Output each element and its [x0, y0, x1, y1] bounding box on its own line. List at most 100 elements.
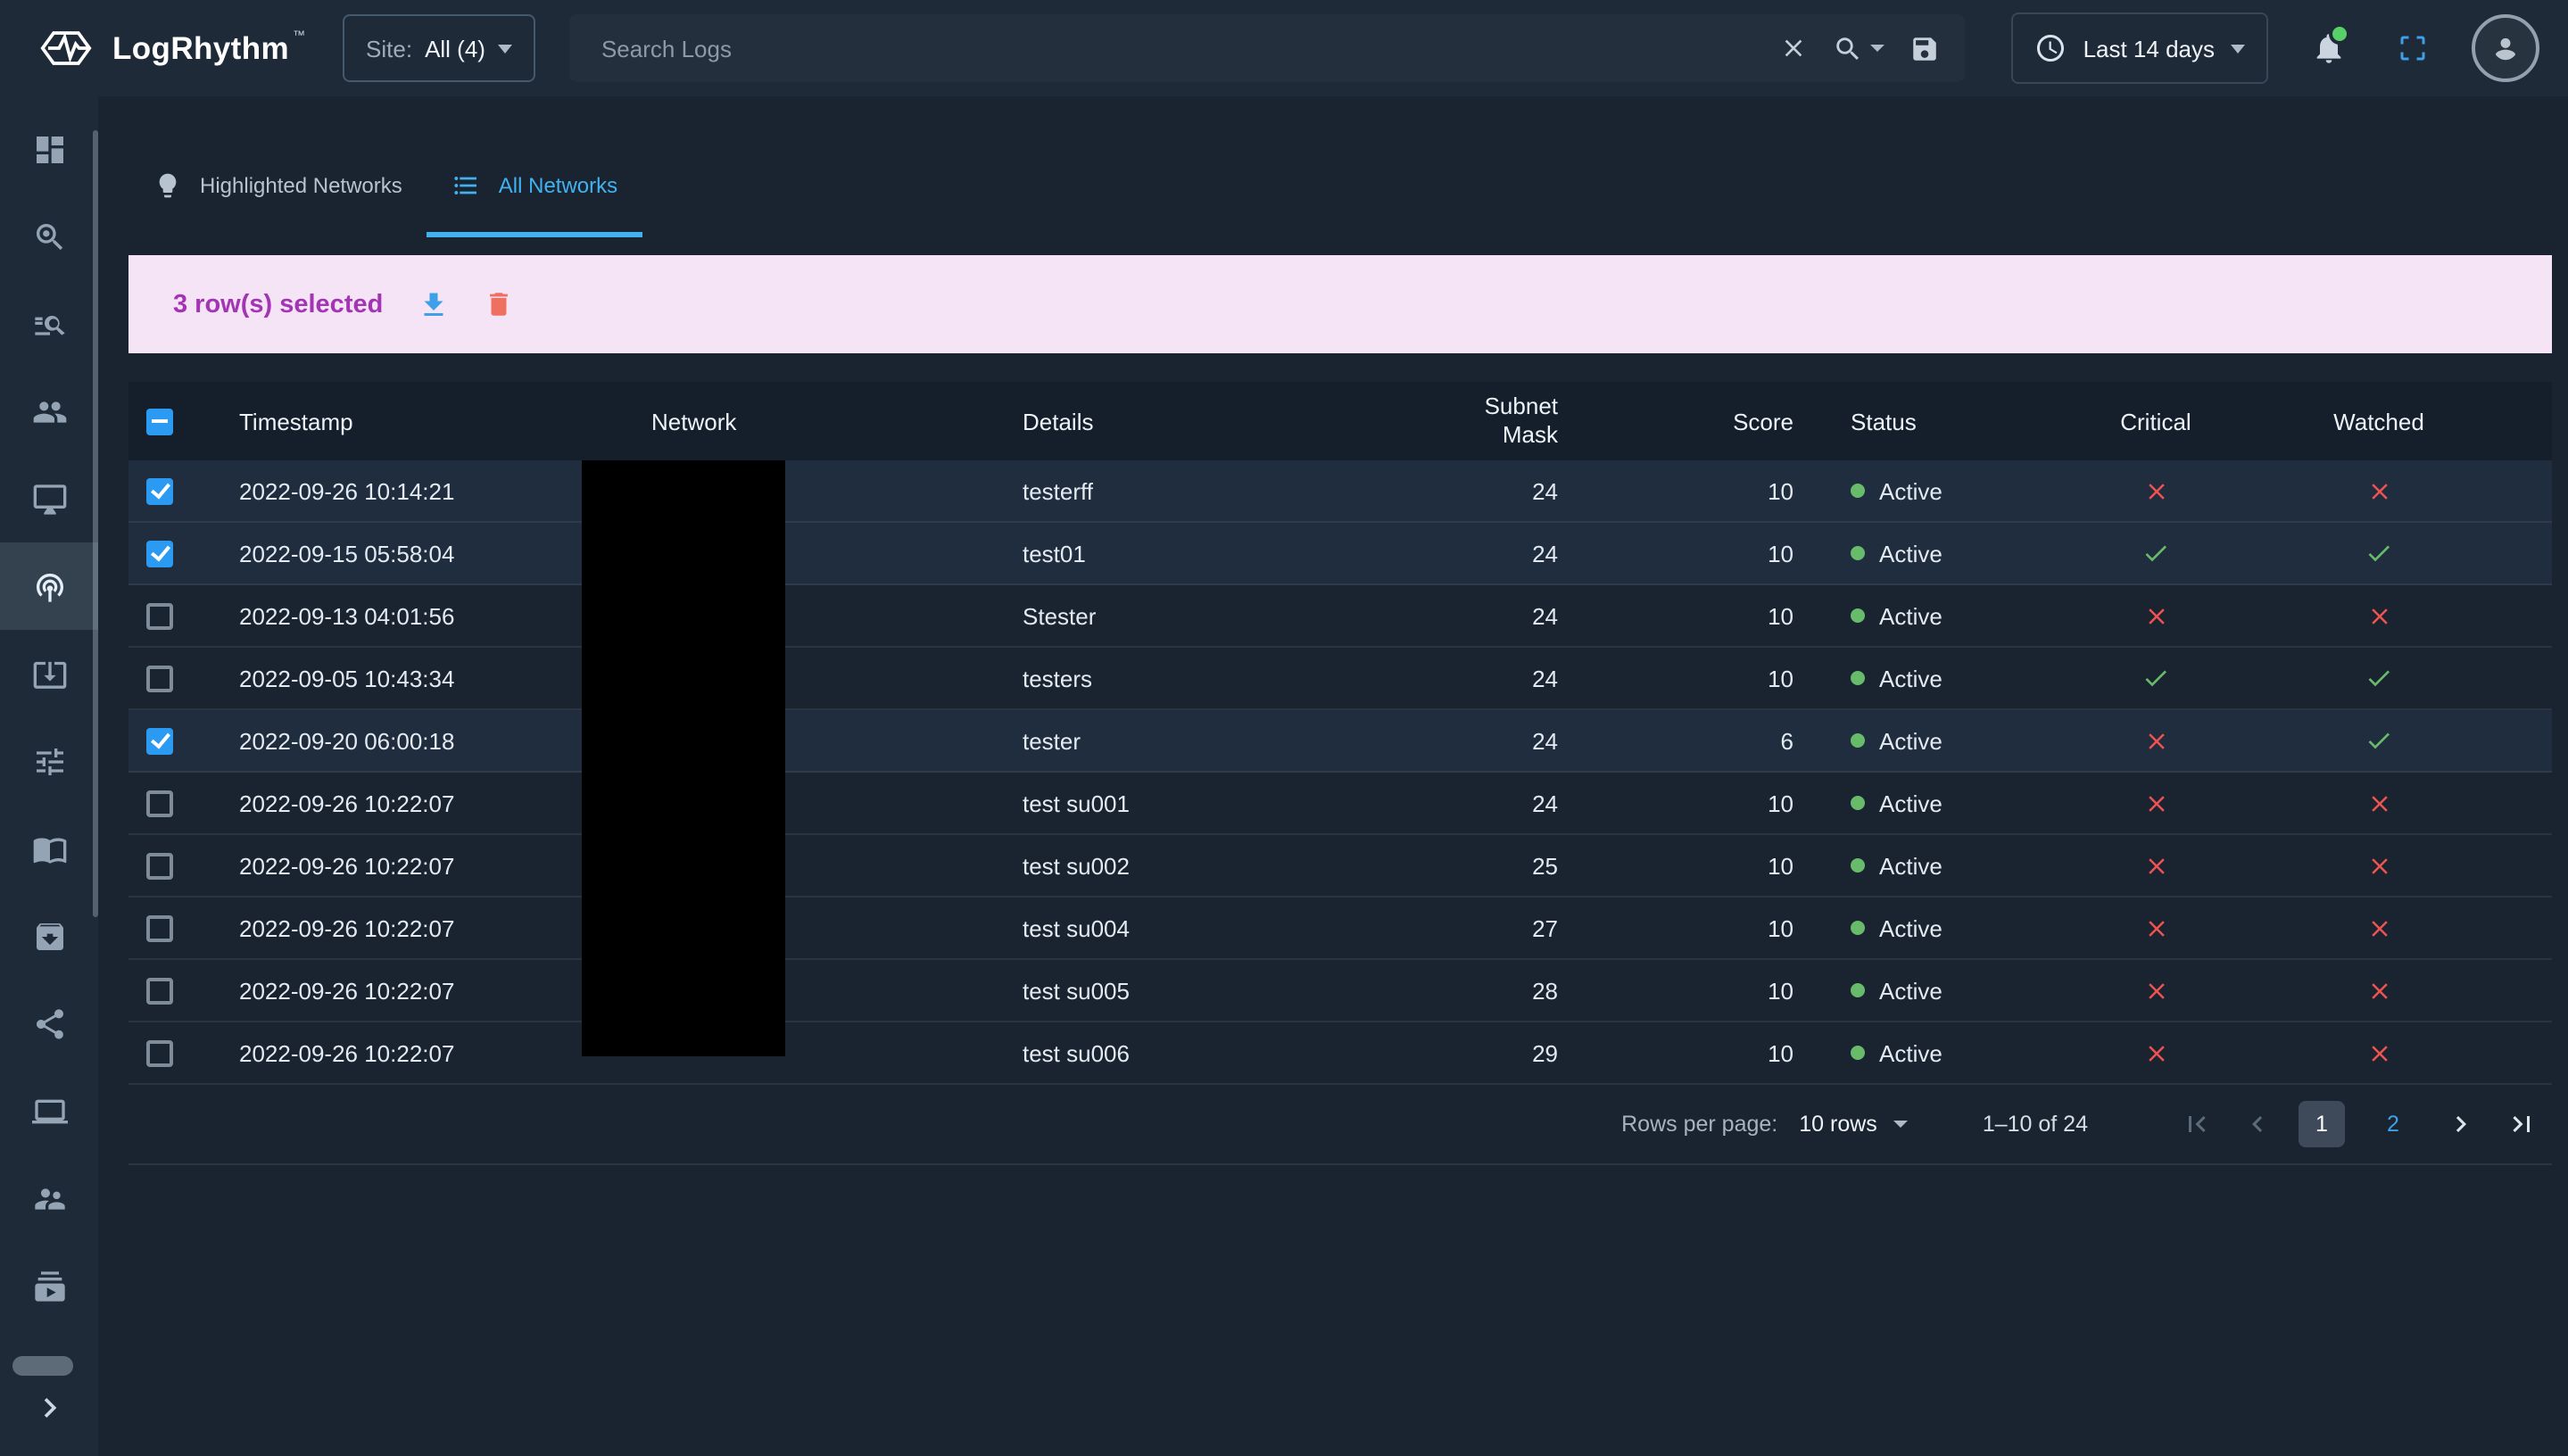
score-cell: 10: [1570, 540, 1806, 567]
lightbulb-icon: [153, 171, 182, 200]
status-label: Active: [1879, 790, 1943, 816]
row-checkbox[interactable]: [146, 727, 173, 754]
header-watched[interactable]: Watched: [2263, 408, 2495, 434]
delete-selected-button[interactable]: [483, 289, 513, 319]
first-page-button[interactable]: [2181, 1108, 2213, 1140]
row-checkbox[interactable]: [146, 477, 173, 504]
status-dot-icon: [1851, 671, 1865, 685]
row-checkbox[interactable]: [146, 790, 173, 816]
cross-icon: [2365, 1039, 2392, 1066]
table-row[interactable]: 2022-09-26 10:22:07 test su006 29 10 Act…: [128, 1022, 2552, 1085]
site-selector[interactable]: Site: All (4): [343, 14, 535, 82]
previous-page-button[interactable]: [2241, 1108, 2274, 1140]
clear-search-icon[interactable]: [1779, 34, 1808, 62]
sidebar-item-search-analytics[interactable]: [0, 193, 98, 280]
row-checkbox[interactable]: [146, 977, 173, 1004]
table-row[interactable]: 2022-09-05 10:43:34 testers 24 10 Active: [128, 648, 2552, 710]
sidebar-item-users[interactable]: [0, 368, 98, 455]
header-network[interactable]: Network: [614, 408, 990, 434]
status-cell: Active: [1806, 602, 2049, 629]
status-cell: Active: [1806, 1039, 2049, 1066]
chevron-left-icon: [2241, 1108, 2274, 1140]
user-avatar[interactable]: [2472, 14, 2539, 82]
next-page-button[interactable]: [2445, 1108, 2477, 1140]
subnet-mask-cell: 24: [1344, 477, 1570, 504]
watched-icon: [2365, 1039, 2392, 1066]
sidebar-item-monitor[interactable]: [0, 455, 98, 542]
cross-icon: [2365, 914, 2392, 941]
header-subnet-mask[interactable]: Subnet Mask: [1344, 393, 1570, 449]
header-subnet-line1: Subnet: [1344, 393, 1558, 421]
table-header-row: Timestamp Network Details Subnet Mask Sc…: [128, 382, 2552, 460]
row-checkbox[interactable]: [146, 602, 173, 629]
tab-all-networks[interactable]: All Networks: [427, 134, 642, 237]
download-selected-button[interactable]: [417, 288, 449, 320]
page-button-2[interactable]: 2: [2370, 1101, 2416, 1147]
sidebar-item-log-search[interactable]: [0, 280, 98, 368]
sidebar-item-network-broadcast[interactable]: [0, 542, 98, 630]
sidebar-item-devices[interactable]: [0, 1067, 98, 1154]
notifications-button[interactable]: [2311, 30, 2347, 66]
sidebar-item-knowledge-book[interactable]: [0, 805, 98, 892]
status-cell: Active: [1806, 914, 2049, 941]
sidebar-item-tune-filters[interactable]: [0, 717, 98, 805]
sidebar-item-deployment-archive[interactable]: [0, 892, 98, 980]
tab-bar: Highlighted Networks All Networks: [128, 96, 2552, 237]
search-input[interactable]: [598, 33, 1779, 63]
time-range-selector[interactable]: Last 14 days: [2012, 12, 2268, 84]
header-score[interactable]: Score: [1570, 408, 1806, 434]
cross-icon: [2365, 977, 2392, 1004]
table-row[interactable]: 2022-09-13 04:01:56 Stester 24 10 Active: [128, 585, 2552, 648]
expand-sidebar-button[interactable]: [0, 1377, 98, 1438]
tab-highlighted-networks[interactable]: Highlighted Networks: [128, 134, 427, 237]
status-dot-icon: [1851, 484, 1865, 498]
score-cell: 10: [1570, 852, 1806, 879]
monitor-icon: [31, 481, 67, 517]
header-critical[interactable]: Critical: [2049, 408, 2263, 434]
rows-per-page-select[interactable]: 10 rows: [1799, 1112, 1908, 1137]
header-timestamp[interactable]: Timestamp: [218, 408, 614, 434]
row-checkbox[interactable]: [146, 914, 173, 941]
table-row[interactable]: 2022-09-26 10:22:07 test su001 24 10 Act…: [128, 773, 2552, 835]
sidebar-item-endpoint-collection[interactable]: [0, 630, 98, 717]
details-cell: test su001: [990, 790, 1344, 816]
table-row[interactable]: 2022-09-15 05:58:04 test01 24 10 Active: [128, 523, 2552, 585]
watched-icon: [2365, 664, 2393, 692]
sidebar-scrollbar[interactable]: [93, 130, 98, 917]
search-submit-button[interactable]: [1833, 33, 1885, 63]
table-row[interactable]: 2022-09-26 10:22:07 test su002 25 10 Act…: [128, 835, 2552, 898]
table-row[interactable]: 2022-09-26 10:14:21 testerff 24 10 Activ…: [128, 460, 2552, 523]
search-bar[interactable]: [569, 14, 1965, 82]
table-row[interactable]: 2022-09-26 10:22:07 test su005 28 10 Act…: [128, 960, 2552, 1022]
search-options-caret-icon[interactable]: [1870, 45, 1885, 52]
subnet-mask-cell: 28: [1344, 977, 1570, 1004]
deployment-archive-icon: [31, 918, 67, 954]
fullscreen-button[interactable]: [2397, 32, 2429, 64]
header-details[interactable]: Details: [990, 408, 1344, 434]
row-checkbox[interactable]: [146, 852, 173, 879]
selection-count-text: 3 row(s) selected: [173, 290, 383, 318]
sidebar-item-dashboard[interactable]: [0, 105, 98, 193]
check-icon: [2365, 664, 2393, 692]
row-checkbox[interactable]: [146, 1039, 173, 1066]
watched-icon: [2365, 477, 2392, 504]
cross-icon: [2142, 790, 2169, 816]
save-search-icon[interactable]: [1909, 33, 1940, 63]
check-icon: [2365, 539, 2393, 567]
time-range-value: Last 14 days: [2083, 35, 2215, 62]
watched-icon: [2365, 852, 2392, 879]
row-checkbox[interactable]: [146, 665, 173, 691]
sidebar-item-admin-users[interactable]: [0, 1154, 98, 1242]
table-row[interactable]: 2022-09-26 10:22:07 test su004 27 10 Act…: [128, 898, 2552, 960]
table-row[interactable]: 2022-09-20 06:00:18 tester 24 6 Active: [128, 710, 2552, 773]
sidebar-item-integrations-share[interactable]: [0, 980, 98, 1067]
header-status[interactable]: Status: [1806, 408, 2049, 434]
cross-icon: [2142, 1039, 2169, 1066]
row-checkbox[interactable]: [146, 540, 173, 567]
page-button-1[interactable]: 1: [2299, 1101, 2345, 1147]
chevron-down-icon: [1893, 1121, 1908, 1128]
sidebar-item-video-subscriptions[interactable]: [0, 1242, 98, 1329]
subnet-mask-cell: 24: [1344, 665, 1570, 691]
select-all-checkbox[interactable]: [146, 408, 173, 434]
last-page-button[interactable]: [2506, 1108, 2538, 1140]
